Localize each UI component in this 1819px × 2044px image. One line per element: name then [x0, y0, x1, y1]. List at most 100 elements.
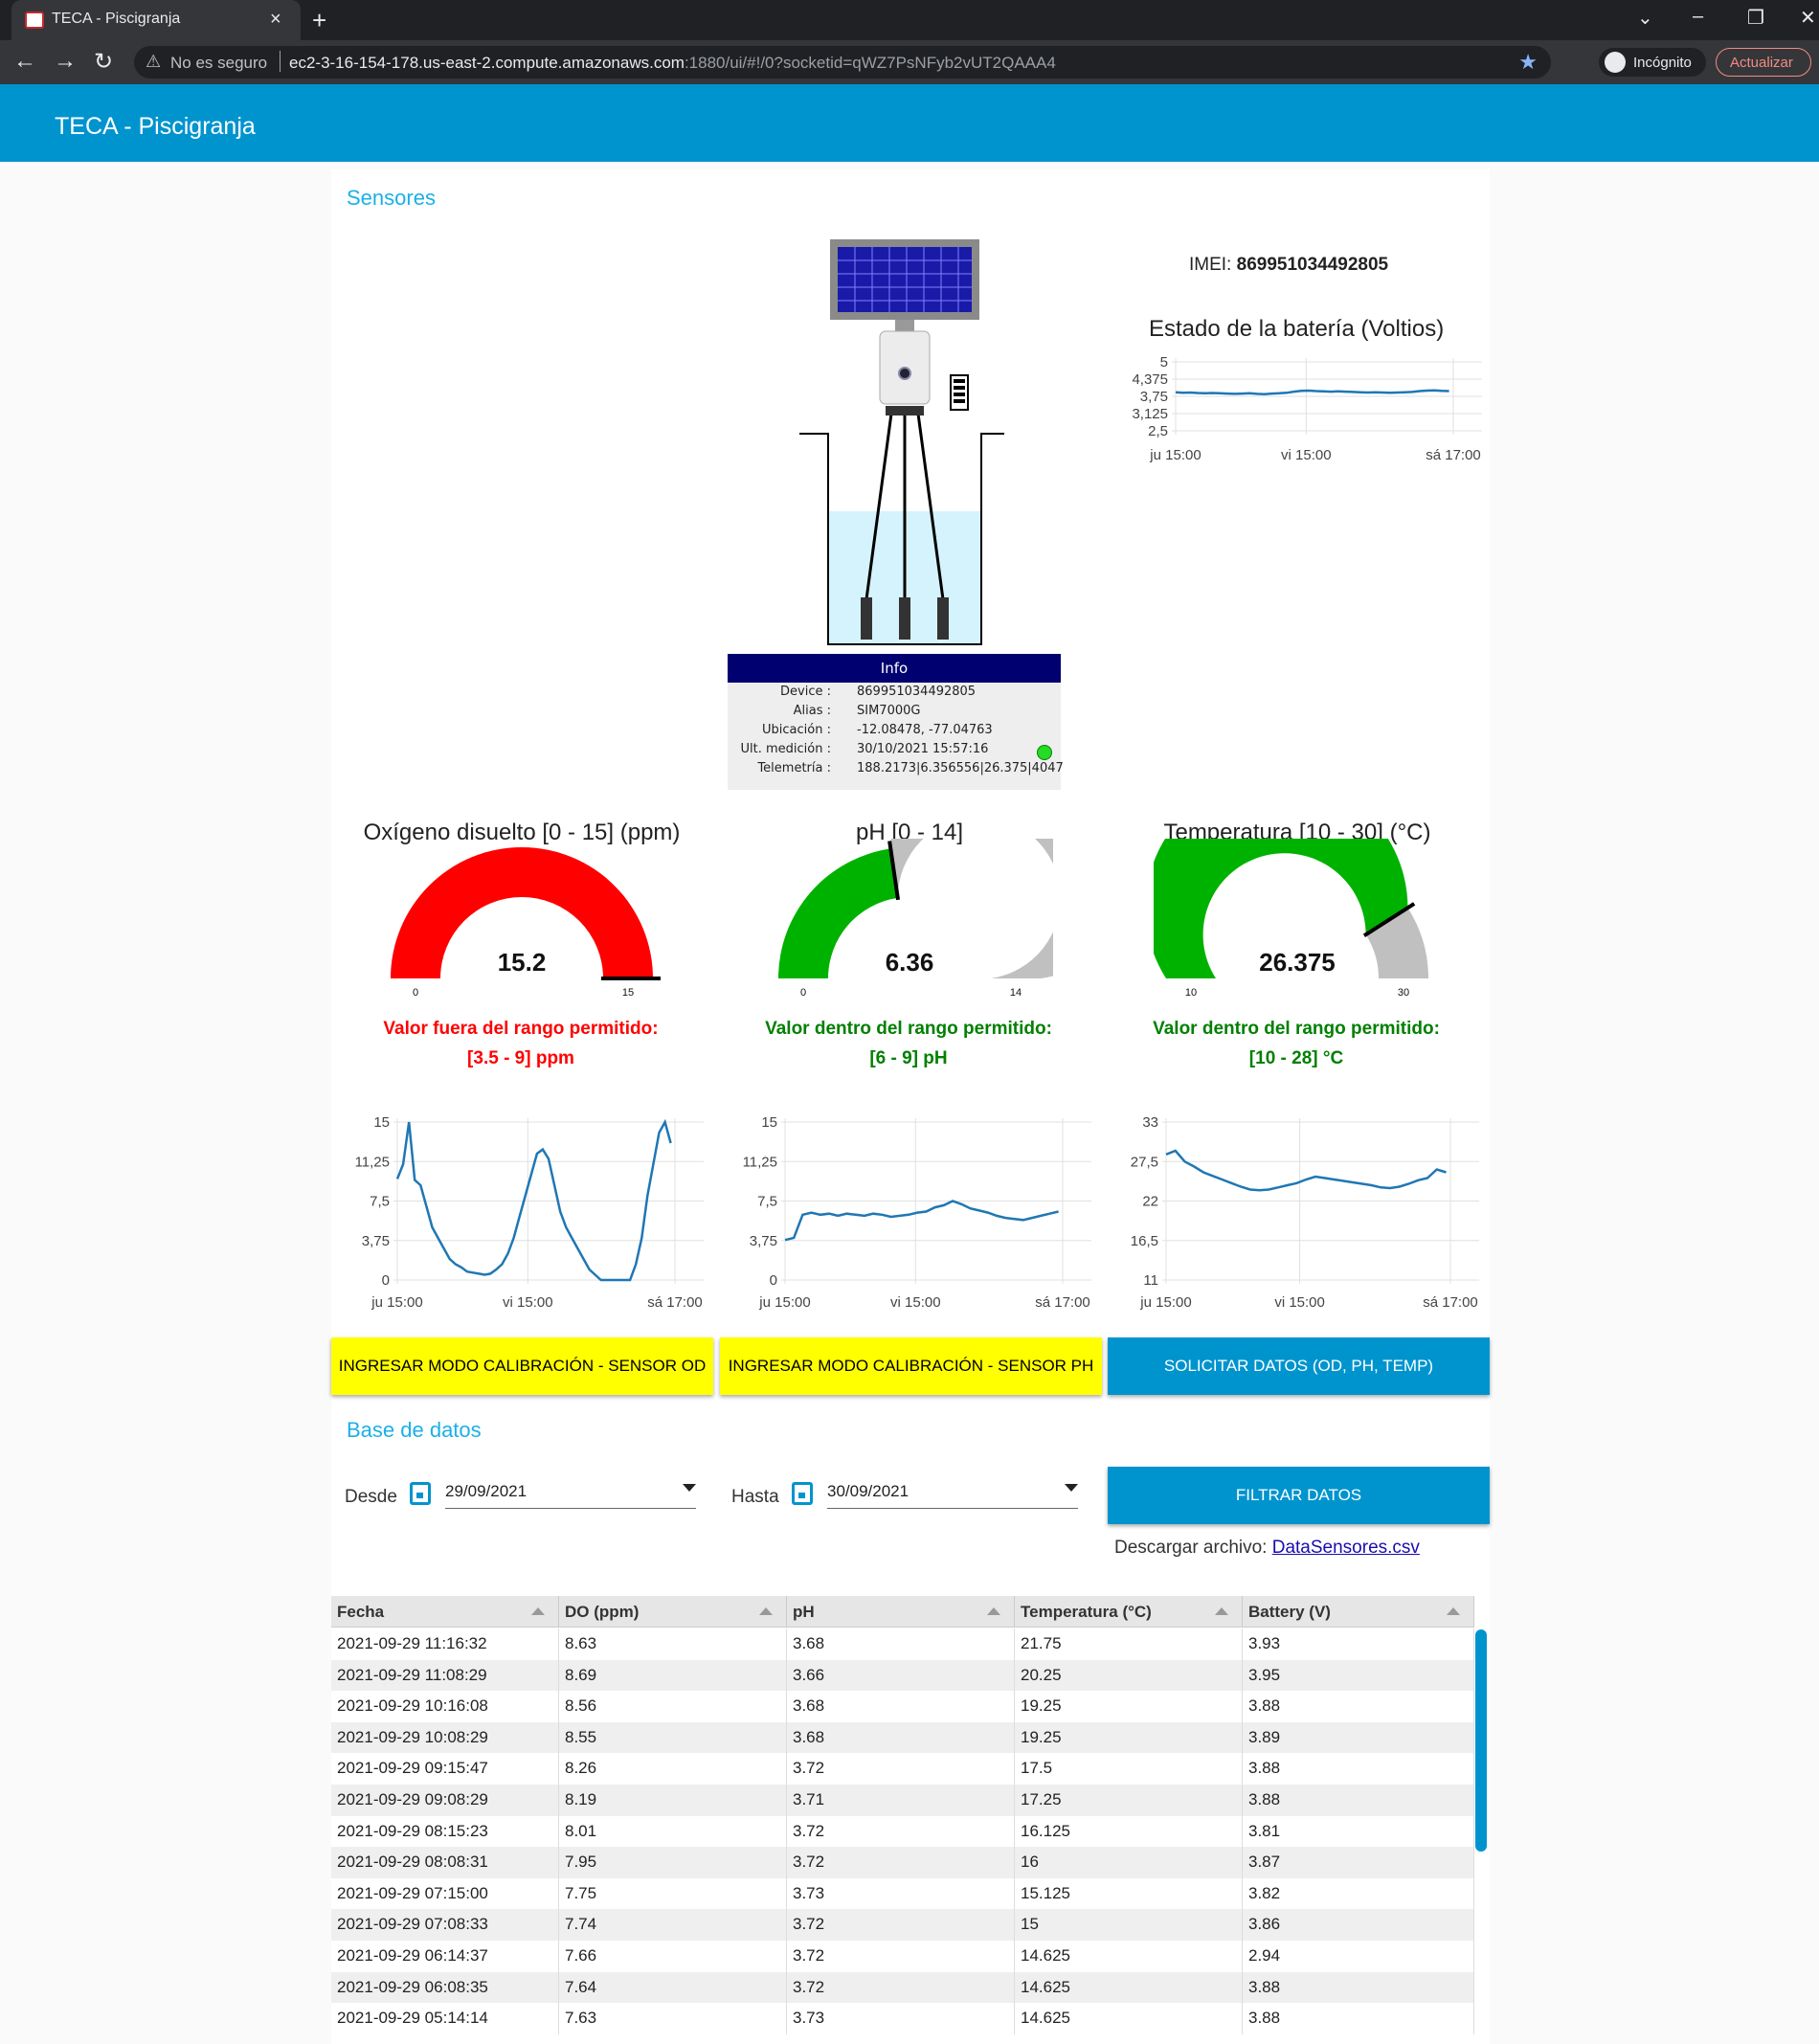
warning-triangle-icon: ⚠ [146, 52, 162, 71]
info-key: Telemetría : [757, 761, 831, 775]
table-cell: 3.89 [1243, 1721, 1474, 1754]
table-cell: 7.74 [559, 1909, 787, 1941]
col-battery[interactable]: Battery (V) [1243, 1596, 1474, 1628]
bookmark-star-icon[interactable]: ★ [1518, 50, 1538, 75]
gauge-temp: 26.375 10 30 [1154, 839, 1428, 999]
table-row[interactable]: 2021-09-29 08:08:31 7.95 3.72 16 3.87 [331, 1847, 1474, 1878]
update-label: Actualizar [1730, 55, 1793, 71]
y-tick-label: 3,125 [1132, 406, 1168, 422]
security-label[interactable]: No es seguro [170, 54, 267, 73]
table-cell: 19.25 [1015, 1691, 1243, 1722]
address-bar[interactable]: ⚠ No es seguro ec2-3-16-154-178.us-east-… [134, 46, 1551, 79]
series-line [1165, 1149, 1447, 1192]
table-cell: 2.94 [1243, 1941, 1474, 1972]
calibrate-od-button[interactable]: INGRESAR MODO CALIBRACIÓN - SENSOR OD [331, 1337, 713, 1395]
app-header: TECA - Piscigranja [0, 84, 1819, 162]
table-cell: 2021-09-29 07:08:33 [331, 1909, 559, 1941]
tab-close-icon[interactable]: × [270, 9, 281, 31]
incognito-indicator[interactable]: Incógnito [1599, 48, 1706, 77]
table-cell: 2021-09-29 05:14:14 [331, 2003, 559, 2034]
table-cell: 3.72 [787, 1815, 1015, 1848]
to-date-picker[interactable]: 30/09/2021 [827, 1478, 1078, 1509]
gauge-value-arc [778, 848, 898, 978]
x-tick-label: vi 15:00 [1274, 1294, 1325, 1311]
table-cell: 2021-09-29 08:15:23 [331, 1815, 559, 1848]
restore-icon[interactable]: ❐ [1747, 6, 1764, 30]
gauge-value: 6.36 [886, 948, 934, 977]
to-calendar-icon[interactable] [792, 1482, 813, 1505]
y-tick-label: 15 [373, 1114, 390, 1131]
imei-key: IMEI: [1189, 255, 1232, 275]
new-tab-button[interactable]: + [312, 6, 326, 35]
x-tick-label: vi 15:00 [1281, 447, 1332, 463]
table-row[interactable]: 2021-09-29 10:16:08 8.56 3.68 19.25 3.88 [331, 1691, 1474, 1722]
table-cell: 3.88 [1243, 2003, 1474, 2034]
table-row[interactable]: 2021-09-29 06:08:35 7.64 3.72 14.625 3.88 [331, 1971, 1474, 2004]
x-tick-label: ju 15:00 [371, 1294, 422, 1311]
table-row[interactable]: 2021-09-29 09:08:29 8.19 3.71 17.25 3.88 [331, 1785, 1474, 1816]
table-row[interactable]: 2021-09-29 11:08:29 8.69 3.66 20.25 3.95 [331, 1659, 1474, 1692]
forward-arrow-icon[interactable]: → [54, 48, 77, 75]
col-fecha[interactable]: Fecha [331, 1596, 559, 1628]
calibrate-ph-button[interactable]: INGRESAR MODO CALIBRACIÓN - SENSOR PH [720, 1337, 1102, 1395]
table-row[interactable]: 2021-09-29 11:16:32 8.63 3.68 21.75 3.93 [331, 1628, 1474, 1660]
col-label: Temperatura (°C) [1021, 1603, 1152, 1621]
x-tick-label: sá 17:00 [1426, 447, 1481, 463]
temp-line-chart: 33 27,5 22 16,5 11 ju 15:00 vi 15:00 sá 17:00 [1131, 1114, 1479, 1311]
download-csv-link[interactable]: DataSensores.csv [1272, 1538, 1420, 1558]
col-ph[interactable]: pH [787, 1596, 1015, 1628]
table-cell: 7.63 [559, 2003, 787, 2034]
table-scrollbar-thumb[interactable] [1475, 1629, 1487, 1852]
table-row[interactable]: 2021-09-29 08:15:23 8.01 3.72 16.125 3.81 [331, 1815, 1474, 1848]
tab-search-chevron-icon[interactable]: ⌄ [1637, 6, 1653, 30]
gauge-value: 15.2 [498, 948, 547, 977]
table-row[interactable]: 2021-09-29 09:15:47 8.26 3.72 17.5 3.88 [331, 1753, 1474, 1785]
imei-value: 869951034492805 [1236, 255, 1389, 275]
to-dropdown-icon [1065, 1484, 1078, 1492]
from-calendar-icon[interactable] [410, 1482, 431, 1505]
imei-label: IMEI: 869951034492805 [1189, 255, 1388, 276]
col-do[interactable]: DO (ppm) [559, 1596, 787, 1628]
table-cell: 2021-09-29 08:08:31 [331, 1847, 559, 1878]
table-cell: 3.68 [787, 1628, 1015, 1660]
update-button[interactable]: Actualizar [1716, 48, 1811, 77]
sort-icon [1447, 1607, 1460, 1615]
gauge-min-label: 0 [413, 987, 418, 999]
table-cell: 16.125 [1015, 1815, 1243, 1848]
od-line-chart: 15 11,25 7,5 3,75 0 ju 15:00 vi 15:00 sá 17:00 [355, 1114, 704, 1311]
close-window-icon[interactable]: ✕ [1800, 6, 1816, 30]
table-row[interactable]: 2021-09-29 10:08:29 8.55 3.68 19.25 3.89 [331, 1721, 1474, 1754]
table-cell: 3.68 [787, 1691, 1015, 1722]
ph-line-chart: 15 11,25 7,5 3,75 0 ju 15:00 vi 15:00 sá 17:00 [743, 1114, 1091, 1311]
filter-data-button[interactable]: FILTRAR DATOS [1108, 1467, 1490, 1524]
from-dropdown-icon [683, 1484, 696, 1492]
x-tick-label: vi 15:00 [890, 1294, 941, 1311]
back-arrow-icon[interactable]: ← [13, 48, 36, 75]
col-temperature[interactable]: Temperatura (°C) [1015, 1596, 1243, 1628]
sort-icon [531, 1607, 545, 1615]
sort-icon [1215, 1607, 1228, 1615]
info-row-last-measure: Ult. medición : 30/10/2021 15:57:16 [728, 742, 1061, 761]
reload-icon[interactable]: ↻ [94, 48, 113, 76]
table-cell: 8.01 [559, 1815, 787, 1848]
probe-ph [899, 597, 910, 640]
download-section: Descargar archivo: DataSensores.csv [1114, 1538, 1420, 1559]
table-row[interactable]: 2021-09-29 07:15:00 7.75 3.73 15.125 3.82 [331, 1877, 1474, 1910]
table-cell: 2021-09-29 11:08:29 [331, 1659, 559, 1692]
browser-tab[interactable]: TECA - Piscigranja × [11, 0, 301, 40]
table-cell: 3.88 [1243, 1753, 1474, 1785]
table-row[interactable]: 2021-09-29 05:14:14 7.63 3.73 14.625 3.88 [331, 2003, 1474, 2034]
sort-icon [759, 1607, 773, 1615]
url-text[interactable]: ec2-3-16-154-178.us-east-2.compute.amazo… [289, 54, 1056, 73]
database-title: Base de datos [347, 1418, 482, 1442]
info-value: 188.2173|6.356556|26.375|4047 [857, 761, 1064, 775]
table-row[interactable]: 2021-09-29 06:14:37 7.66 3.72 14.625 2.94 [331, 1941, 1474, 1972]
request-data-button[interactable]: SOLICITAR DATOS (OD, PH, TEMP) [1108, 1337, 1490, 1395]
minimize-icon[interactable]: – [1693, 6, 1703, 28]
table-cell: 3.72 [787, 1941, 1015, 1972]
series-line [784, 1200, 1059, 1242]
from-date-picker[interactable]: 29/09/2021 [445, 1478, 696, 1509]
table-row[interactable]: 2021-09-29 07:08:33 7.74 3.72 15 3.86 [331, 1909, 1474, 1941]
gauge-min-label: 0 [800, 987, 806, 999]
series-line [1175, 389, 1449, 395]
